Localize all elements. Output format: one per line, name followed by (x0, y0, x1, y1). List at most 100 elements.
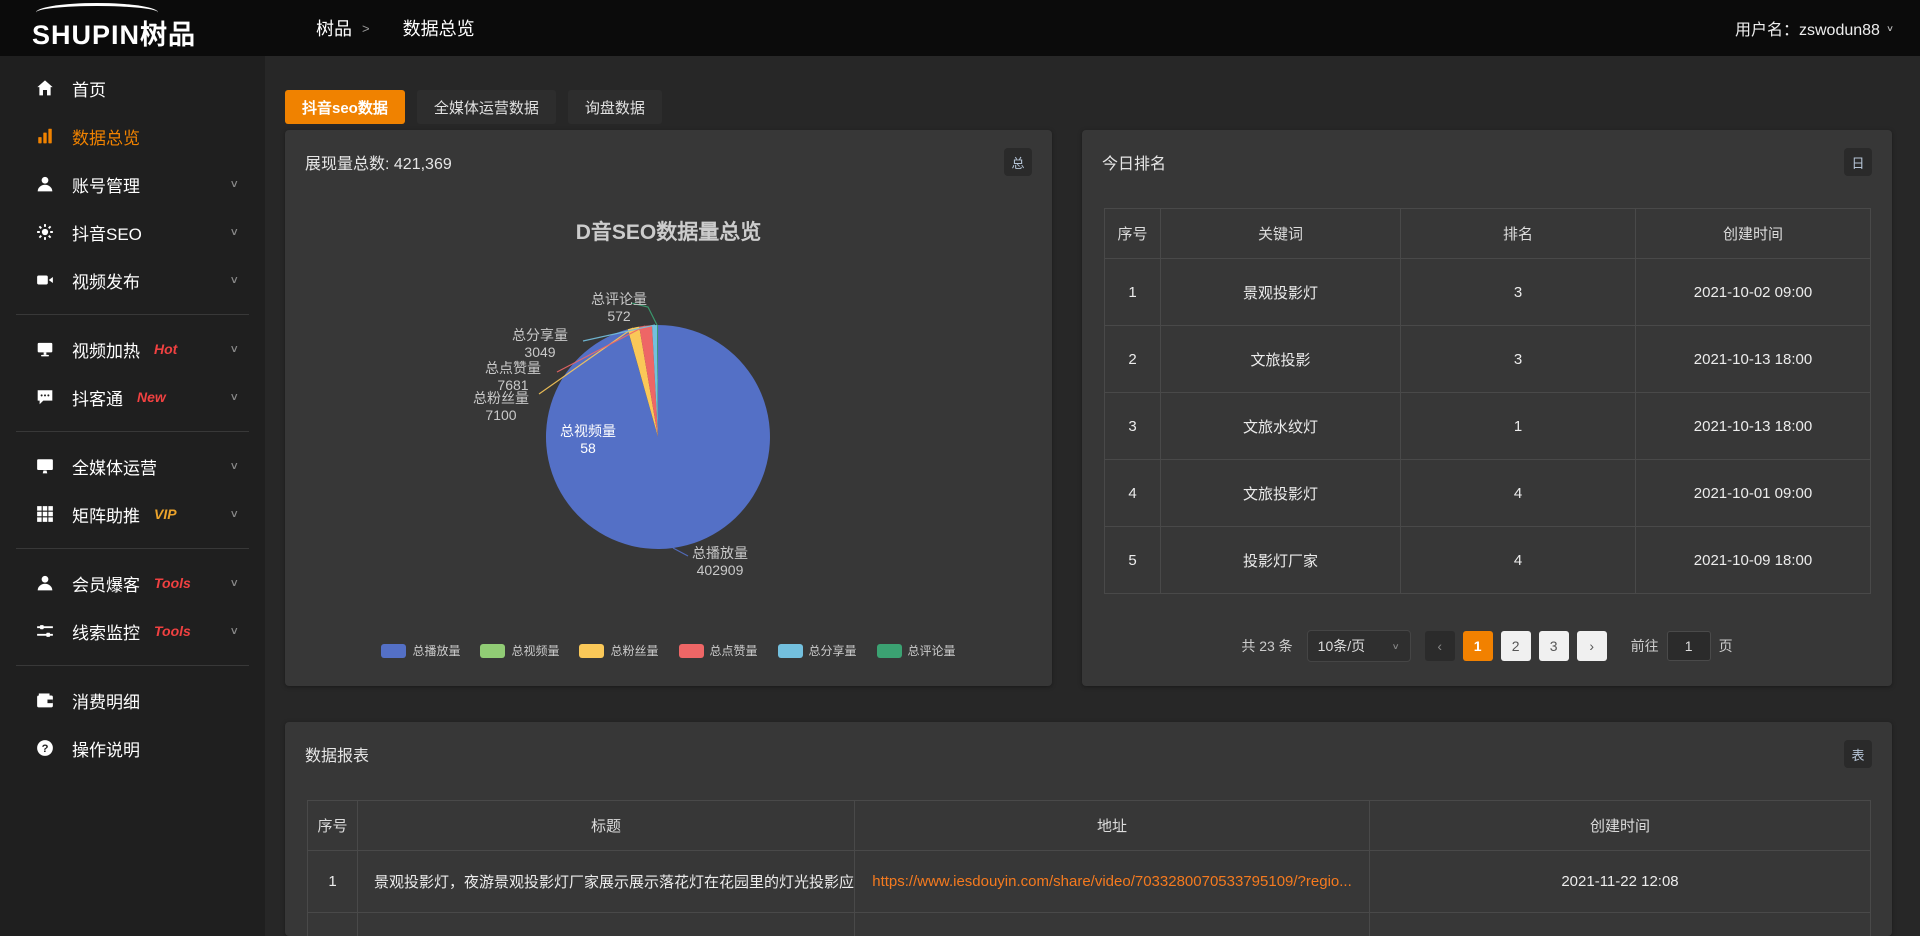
ranking-cell: 投影灯厂家 (1161, 527, 1401, 594)
breadcrumb-current-label: 数据总览 (403, 15, 475, 41)
legend-label: 总评论量 (908, 642, 956, 659)
legend-swatch (579, 644, 604, 658)
ranking-row: 5投影灯厂家42021-10-09 18:00 (1105, 527, 1871, 594)
report-cell-title: 景观投影灯，夜游景观投影灯厂家展示展示落花灯在花园里的灯光投影应用效果 # (358, 851, 855, 913)
sidebar-item-data-overview[interactable]: 数据总览 (0, 112, 265, 160)
ranking-column-header: 关键词 (1161, 209, 1401, 259)
ranking-cell: 3 (1401, 326, 1636, 393)
ranking-row: 3文旅水纹灯12021-10-13 18:00 (1105, 393, 1871, 460)
app-logo[interactable]: SHUPIN树品 (32, 0, 262, 56)
sidebar-item-account[interactable]: 账号管理∨ (0, 160, 265, 208)
pie-label-2: 总粉丝量7100 (473, 390, 529, 424)
breadcrumb-root[interactable]: 树品 (293, 15, 352, 41)
sidebar-item-label: 抖客通 (72, 385, 123, 410)
legend-item-4[interactable]: 总分享量 (778, 642, 857, 659)
ranking-column-header: 排名 (1401, 209, 1636, 259)
prev-page-button[interactable]: ‹ (1425, 631, 1455, 661)
tab-0[interactable]: 抖音seo数据 (285, 90, 405, 124)
monitor-icon (36, 457, 56, 475)
sidebar-item-video-publish[interactable]: 视频发布∨ (0, 256, 265, 304)
data-source-tabs: 抖音seo数据全媒体运营数据询盘数据 (285, 90, 662, 124)
goto-page-input[interactable] (1667, 631, 1711, 661)
next-page-button[interactable]: › (1577, 631, 1607, 661)
ranking-column-header: 序号 (1105, 209, 1161, 259)
seo-pie-chart: D音SEO数据量总览 总播放量402909总视频量58总粉丝量7100总点赞量7… (285, 194, 1052, 686)
sidebar-divider (16, 548, 249, 549)
sidebar-item-badge: VIP (154, 506, 177, 522)
legend-label: 总播放量 (412, 642, 460, 659)
chevron-down-icon: ∨ (229, 226, 239, 239)
ranking-cell: 2021-10-13 18:00 (1636, 326, 1871, 393)
tab-2[interactable]: 询盘数据 (568, 90, 662, 124)
sidebar-item-matrix-boost[interactable]: 矩阵助推VIP∨ (0, 490, 265, 538)
sidebar-item-label: 操作说明 (72, 736, 140, 761)
legend-item-0[interactable]: 总播放量 (381, 642, 460, 659)
chevron-down-icon: ∨ (229, 178, 239, 191)
sidebar-item-badge: New (137, 389, 166, 405)
sidebar-item-media-ops[interactable]: 全媒体运营∨ (0, 442, 265, 490)
sidebar-item-label: 视频加热 (72, 337, 140, 362)
user-menu[interactable]: 用户名：zswodun88 ∨ (1735, 16, 1894, 40)
pager: ‹ 123 › (1425, 631, 1607, 661)
report-badge-button[interactable]: 表 (1844, 740, 1872, 768)
legend-item-5[interactable]: 总评论量 (877, 642, 956, 659)
breadcrumb-current[interactable]: 数据总览 (380, 15, 475, 41)
page-size-select[interactable]: 10条/页 ∨ (1307, 630, 1411, 662)
page-button-1[interactable]: 1 (1463, 631, 1493, 661)
video-link[interactable]: https://www.iesdouyin.com/share/video/70… (872, 873, 1352, 890)
ranking-row: 4文旅投影灯42021-10-01 09:00 (1105, 460, 1871, 527)
overview-total: 展现量总数: 421,369 (305, 150, 452, 174)
ranking-badge-button[interactable]: 日 (1844, 148, 1872, 176)
legend-label: 总点赞量 (710, 642, 758, 659)
sidebar-item-consume-detail[interactable]: 消费明细 (0, 676, 265, 724)
ranking-cell: 3 (1401, 259, 1636, 326)
legend-item-2[interactable]: 总粉丝量 (579, 642, 658, 659)
chevron-down-icon: ∨ (1392, 641, 1400, 651)
report-title: 数据报表 (305, 742, 369, 766)
page-button-2[interactable]: 2 (1501, 631, 1531, 661)
ranking-cell: 景观投影灯 (1161, 259, 1401, 326)
tab-1[interactable]: 全媒体运营数据 (417, 90, 556, 124)
ranking-header-row: 序号关键词排名创建时间 (1105, 209, 1871, 259)
sidebar-item-help[interactable]: ? 操作说明 (0, 724, 265, 772)
legend-item-1[interactable]: 总视频量 (480, 642, 559, 659)
overview-total-value: 421,369 (394, 156, 452, 173)
video-icon (36, 271, 56, 289)
goto-unit: 页 (1719, 636, 1733, 656)
sidebar-item-member-baoke[interactable]: 会员爆客Tools∨ (0, 559, 265, 607)
question-icon: ? (36, 739, 56, 757)
page-size-value: 10条/页 (1318, 636, 1365, 656)
page-button-3[interactable]: 3 (1539, 631, 1569, 661)
ranking-table: 序号关键词排名创建时间 1景观投影灯32021-10-02 09:002文旅投影… (1104, 208, 1871, 594)
legend-label: 总分享量 (809, 642, 857, 659)
sidebar-item-label: 会员爆客 (72, 571, 140, 596)
sidebar-item-clue-monitor[interactable]: 线索监控Tools∨ (0, 607, 265, 655)
pie-chart-svg (285, 194, 1052, 664)
legend-swatch (480, 644, 505, 658)
sidebar-item-label: 抖音SEO (72, 220, 142, 245)
chevron-down-icon: ∨ (1886, 23, 1894, 33)
report-cell-time: 2021-11-22 12:08 (1370, 851, 1871, 913)
sidebar-item-home[interactable]: 首页 (0, 64, 265, 112)
sidebar: 首页数据总览账号管理∨ 抖音SEO ∨ 视频发布∨ 视频加热Hot∨ 抖客通 New ∨ 全媒体… (0, 56, 265, 936)
legend-item-3[interactable]: 总点赞量 (679, 642, 758, 659)
sidebar-item-label: 数据总览 (72, 124, 140, 149)
ranking-cell: 2 (1105, 326, 1161, 393)
sidebar-item-douketong[interactable]: 抖客通New∨ (0, 373, 265, 421)
report-column-header: 地址 (855, 801, 1370, 851)
sidebar-item-douyin-seo[interactable]: 抖音SEO ∨ (0, 208, 265, 256)
pie-label-1: 总视频量58 (560, 423, 616, 457)
sidebar-item-video-heat[interactable]: 视频加热Hot∨ (0, 325, 265, 373)
grid-icon (36, 505, 56, 523)
report-panel: 数据报表 表 序号标题地址创建时间 1景观投影灯，夜游景观投影灯厂家展示展示落花… (285, 722, 1892, 936)
ranking-cell: 5 (1105, 527, 1161, 594)
overview-badge-button[interactable]: 总 (1004, 148, 1032, 176)
ranking-cell: 文旅投影灯 (1161, 460, 1401, 527)
goto-group: 前往 页 (1631, 631, 1733, 661)
ranking-cell: 2021-10-02 09:00 (1636, 259, 1871, 326)
chat-icon (36, 388, 56, 406)
ranking-cell: 2021-10-13 18:00 (1636, 393, 1871, 460)
pagination-total: 共 23 条 (1241, 636, 1292, 656)
screen-icon (36, 340, 56, 358)
fullscreen-icon[interactable] (1695, 18, 1715, 38)
